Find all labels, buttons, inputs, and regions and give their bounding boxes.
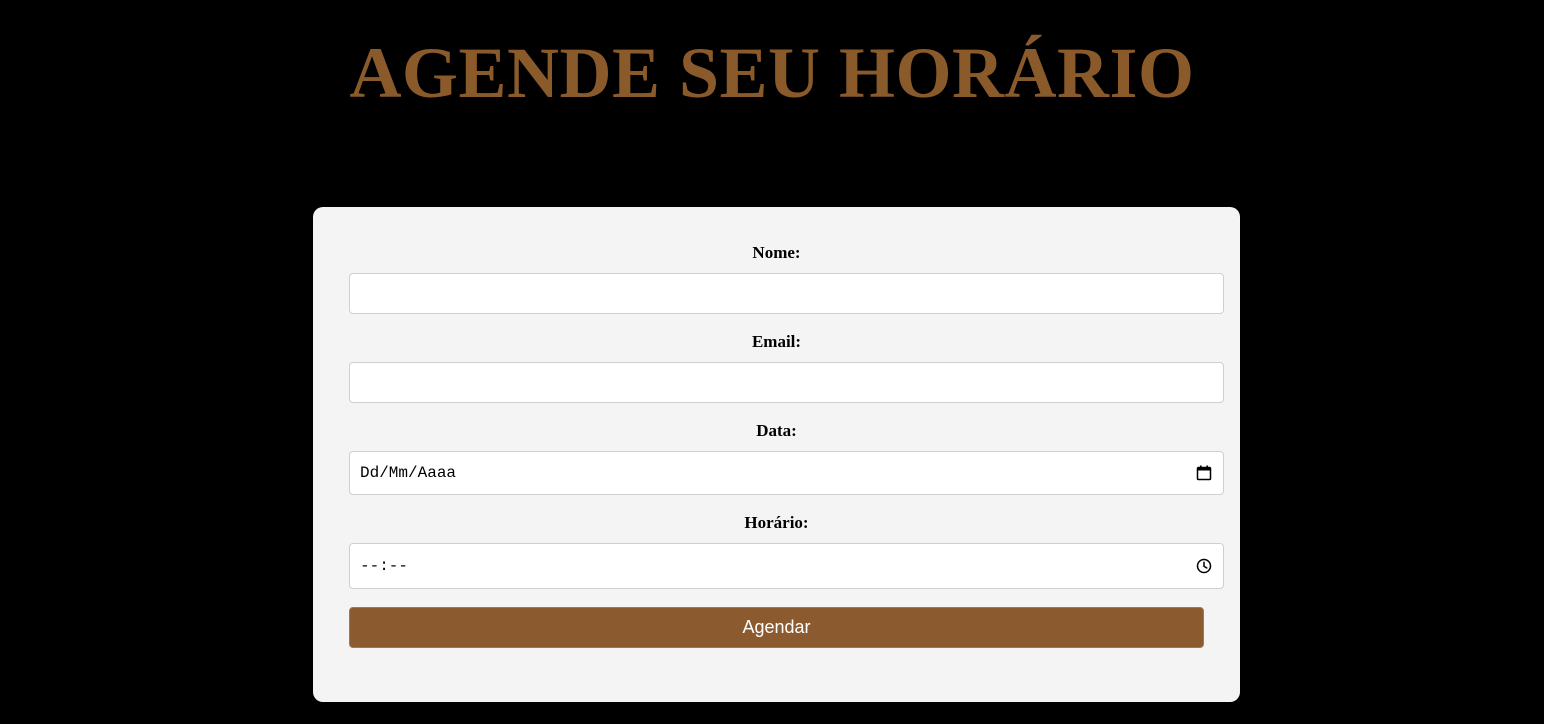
- time-input[interactable]: --:--: [349, 543, 1224, 589]
- time-label: Horário:: [744, 513, 809, 532]
- name-label: Nome:: [752, 243, 801, 262]
- email-input[interactable]: [349, 362, 1224, 403]
- date-label: Data:: [756, 421, 797, 440]
- schedule-button[interactable]: Agendar: [349, 607, 1204, 648]
- calendar-icon[interactable]: [1196, 465, 1212, 481]
- page-title: AGENDE SEU HORÁRIO: [349, 33, 1195, 113]
- name-input[interactable]: [349, 273, 1224, 314]
- email-label: Email:: [751, 332, 802, 351]
- clock-icon[interactable]: [1196, 558, 1212, 574]
- booking-form: Nome: Email: Data: Dd/Mm/Aaaa Horário: -…: [313, 207, 1240, 702]
- time-input-value: --:--: [360, 557, 409, 575]
- date-input-value: Dd/Mm/Aaaa: [360, 464, 457, 482]
- date-input[interactable]: Dd/Mm/Aaaa: [349, 451, 1224, 495]
